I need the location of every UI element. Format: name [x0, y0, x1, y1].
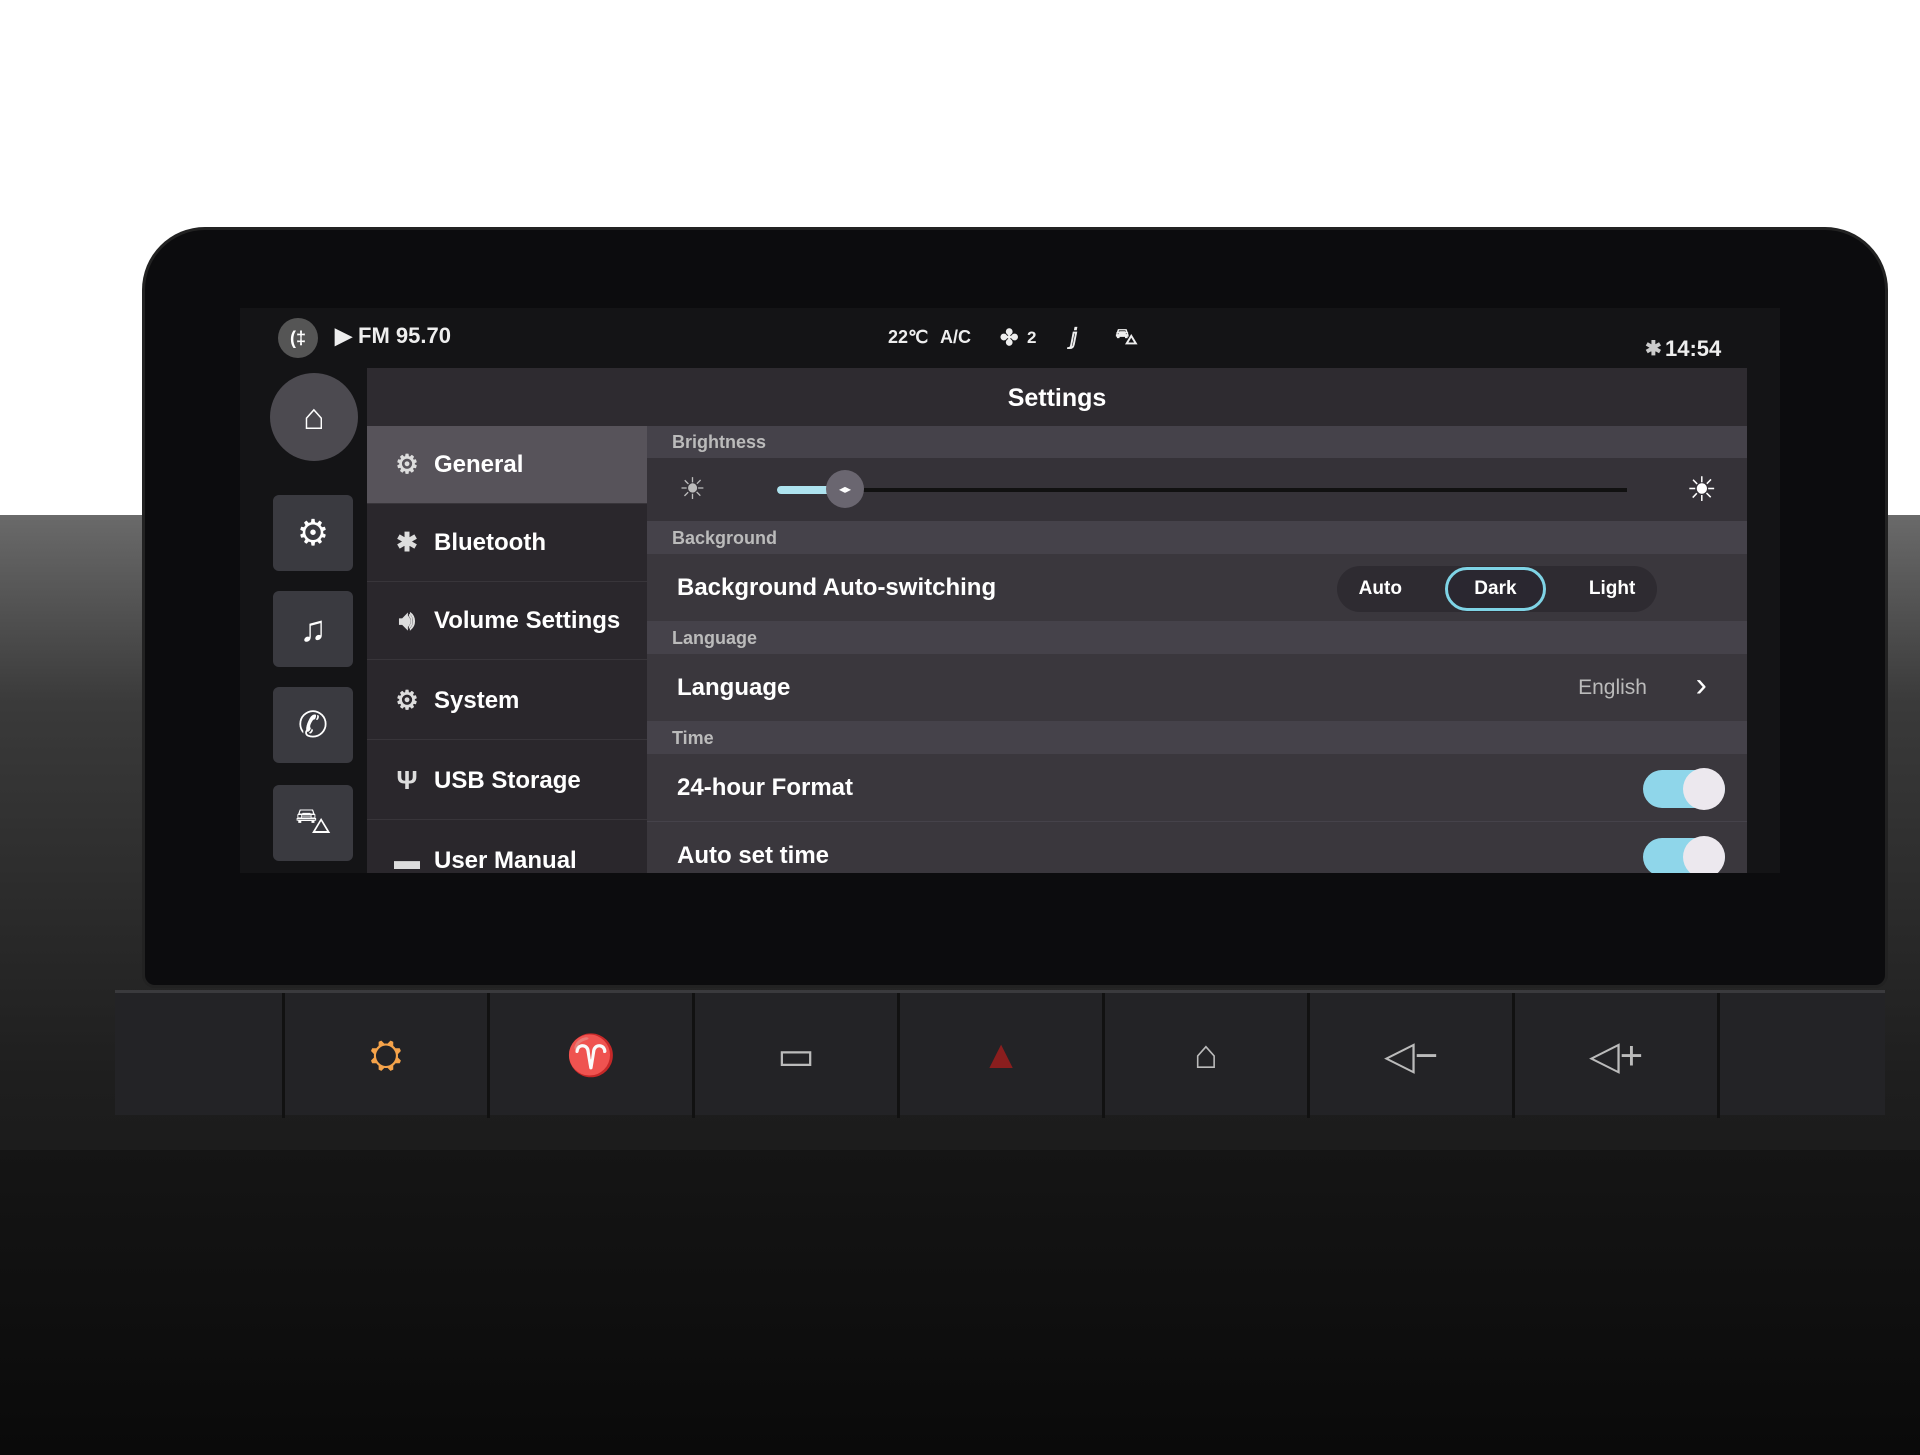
- row-label: Auto set time: [677, 842, 830, 869]
- home-icon[interactable]: ⌂: [270, 373, 358, 461]
- blank-panel: [115, 993, 285, 1118]
- rear-defrost-icon[interactable]: ▭: [695, 993, 900, 1118]
- settings-content: Brightness ☀ ◂▸ ☀ Background Background …: [647, 426, 1747, 873]
- slider-handle[interactable]: ◂▸: [826, 470, 864, 508]
- temperature: 22℃: [888, 327, 929, 347]
- option-dark[interactable]: Dark: [1445, 567, 1546, 611]
- option-auto[interactable]: Auto: [1359, 578, 1402, 600]
- radio-station[interactable]: FM 95.70: [358, 323, 451, 349]
- dashboard-lower: [0, 1150, 1920, 1455]
- bluetooth-icon: ✱: [1645, 338, 1662, 360]
- hazard-icon[interactable]: ▲: [900, 993, 1105, 1118]
- section-header: Brightness: [647, 426, 1747, 458]
- car-icon: ⛍: [1115, 324, 1138, 349]
- row-label: Language: [677, 674, 791, 701]
- menu-item-usb[interactable]: Ψ USB Storage: [367, 742, 647, 820]
- home-icon[interactable]: ⌂: [1105, 993, 1310, 1118]
- menu-item-manual[interactable]: ▬ User Manual: [367, 822, 647, 873]
- menu-label: Bluetooth: [434, 528, 546, 556]
- hardware-button-strip: ⛭ ♈ ▭ ▲ ⌂ ◁− ◁+: [115, 990, 1885, 1118]
- play-icon[interactable]: ▶: [335, 323, 352, 349]
- volume-up-icon[interactable]: ◁+: [1515, 993, 1720, 1118]
- seat-heat-icon: ⅉ: [1070, 324, 1078, 349]
- fan-level: 2: [1027, 328, 1037, 347]
- settings-panel: Settings ⚙ General ✱ Bluetooth 🔊︎ Volume Se…: [367, 368, 1747, 873]
- ac-status: A/C: [940, 327, 971, 347]
- status-bar: (‡ ▶ FM 95.70 22℃ A/C ✤ 2 ⅉ ⛍ ✱ 14:54: [240, 308, 1780, 368]
- brightness-row: ☀ ◂▸ ☀: [647, 458, 1747, 522]
- menu-label: USB Storage: [434, 766, 581, 794]
- menu-item-system[interactable]: ⚙ System: [367, 662, 647, 740]
- background-mode-selector: Auto Dark Light: [1337, 566, 1657, 612]
- 24-hour-toggle[interactable]: [1643, 768, 1725, 810]
- speaker-icon: 🔊︎: [398, 604, 416, 635]
- menu-label: System: [434, 686, 520, 714]
- sun-dim-icon: ☀: [679, 473, 706, 506]
- background-row: Background Auto-switching Auto Dark Ligh…: [647, 554, 1747, 622]
- menu-label: Volume Settings: [434, 606, 621, 634]
- section-label: Brightness: [672, 432, 767, 452]
- bluetooth-icon: ✱: [396, 527, 418, 557]
- row-label: 24-hour Format: [677, 774, 854, 801]
- gear-icon: ⚙: [395, 449, 419, 479]
- menu-label: User Manual: [434, 846, 577, 874]
- gear-icon[interactable]: ⚙: [273, 495, 353, 571]
- section-label: Background: [672, 528, 778, 548]
- volume-down-icon[interactable]: ◁−: [1310, 993, 1515, 1118]
- menu-item-general[interactable]: ⚙ General: [367, 426, 647, 504]
- auto-time-row: Auto set time: [647, 822, 1747, 873]
- book-icon: ▬: [394, 845, 420, 873]
- fog-light-icon[interactable]: (‡: [278, 318, 318, 358]
- phone-icon[interactable]: ✆: [273, 687, 353, 763]
- option-light[interactable]: Light: [1589, 578, 1635, 600]
- fan-icon: ✤: [1000, 325, 1019, 350]
- clock: 14:54: [1665, 336, 1722, 361]
- menu-item-volume[interactable]: 🔊︎ Volume Settings: [367, 582, 647, 660]
- auto-time-toggle[interactable]: [1643, 836, 1725, 873]
- row-label: Background Auto-switching: [677, 574, 997, 601]
- section-header: Background: [647, 522, 1747, 554]
- fog-light-icon[interactable]: ⛭: [285, 993, 490, 1118]
- page-title: Settings: [1007, 384, 1107, 412]
- windshield-defrost-icon[interactable]: ♈: [490, 993, 695, 1118]
- brightness-slider[interactable]: ◂▸: [777, 470, 1627, 508]
- menu-label: General: [434, 450, 524, 478]
- time-format-row: 24-hour Format: [647, 754, 1747, 822]
- language-value: English: [1578, 676, 1647, 699]
- car-icon[interactable]: ⛍: [273, 785, 353, 861]
- sun-bright-icon: ☀: [1686, 471, 1717, 509]
- section-label: Language: [672, 628, 758, 648]
- music-icon[interactable]: ♫: [273, 591, 353, 667]
- section-header: Language: [647, 622, 1747, 654]
- infotainment-screen: (‡ ▶ FM 95.70 22℃ A/C ✤ 2 ⅉ ⛍ ✱ 14:54 ⌂ …: [240, 308, 1780, 873]
- gears-icon: ⚙: [395, 685, 419, 715]
- menu-item-bluetooth[interactable]: ✱ Bluetooth: [367, 504, 647, 582]
- chevron-right-icon[interactable]: ›: [1696, 666, 1707, 705]
- usb-icon: Ψ: [396, 765, 418, 795]
- settings-menu: ⚙ General ✱ Bluetooth 🔊︎ Volume Settings ⚙ S…: [367, 426, 647, 873]
- language-row[interactable]: Language English ›: [647, 654, 1747, 722]
- section-header: Time: [647, 722, 1747, 754]
- section-label: Time: [672, 728, 714, 748]
